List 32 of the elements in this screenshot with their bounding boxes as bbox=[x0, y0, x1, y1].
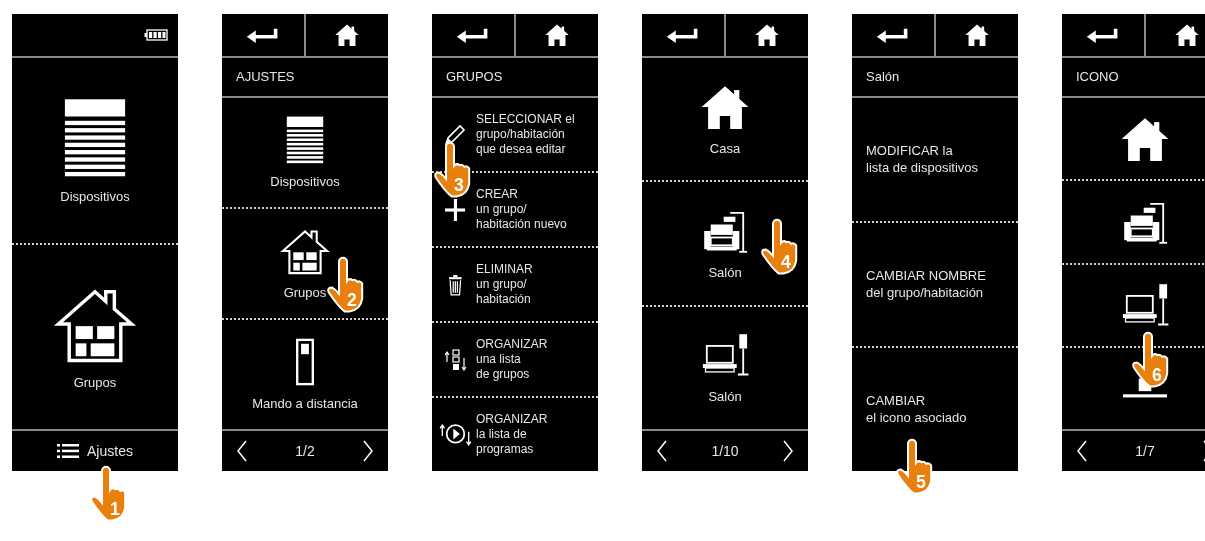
plus-icon bbox=[444, 198, 466, 221]
pencil-icon bbox=[444, 123, 466, 146]
chevron-left-icon bbox=[656, 439, 668, 463]
step-number: 1 bbox=[109, 498, 120, 519]
step-number: 5 bbox=[915, 471, 926, 492]
page-indicator: 1/2 bbox=[295, 441, 315, 461]
step-number: 3 bbox=[453, 174, 464, 195]
pointing-hand-icon bbox=[1132, 331, 1169, 388]
chevron-left-icon bbox=[236, 439, 248, 463]
battery-icon bbox=[144, 29, 168, 41]
step-number: 6 bbox=[1151, 364, 1162, 385]
sort-arrows-icon bbox=[443, 348, 467, 371]
page-indicator: 1/10 bbox=[711, 441, 739, 461]
home-icon bbox=[754, 22, 780, 48]
chevron-left-icon bbox=[1076, 439, 1088, 463]
pointing-hand-icon bbox=[434, 141, 471, 198]
home-icon bbox=[544, 22, 570, 48]
pointing-hand-icon bbox=[761, 218, 798, 275]
pointing-hand-icon bbox=[896, 438, 933, 495]
pointing-hand-icon bbox=[327, 256, 364, 313]
chevron-right-icon bbox=[362, 439, 374, 463]
page-indicator: 1/7 bbox=[1135, 441, 1155, 461]
home-icon bbox=[1174, 22, 1200, 48]
home-icon bbox=[334, 22, 360, 48]
step-number: 4 bbox=[780, 251, 791, 272]
pointing-hand-icon bbox=[90, 465, 127, 522]
list-icon bbox=[57, 443, 80, 459]
home-icon bbox=[964, 22, 990, 48]
chevron-right-icon bbox=[782, 439, 794, 463]
step-number: 2 bbox=[346, 289, 357, 310]
play-sort-icon bbox=[438, 423, 472, 446]
trash-icon bbox=[448, 273, 462, 296]
